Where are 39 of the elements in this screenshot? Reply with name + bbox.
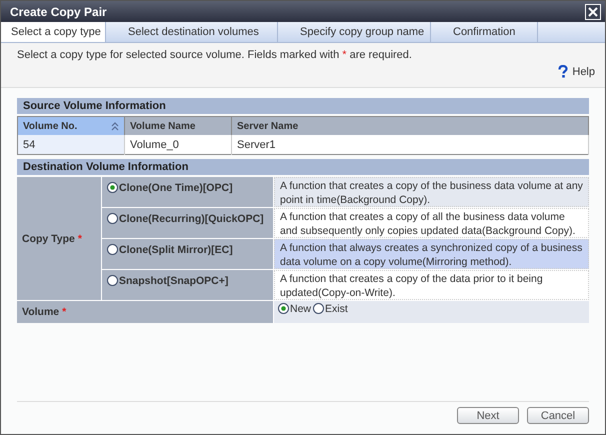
table-cell: 54: [18, 135, 124, 154]
radio-option[interactable]: Clone(One Time)[OPC]: [107, 182, 273, 194]
wizard-step[interactable]: Confirmation: [431, 22, 538, 42]
instruction-text: Select a copy type for selected source volume. Fields marked with * are required.: [17, 49, 413, 61]
field-label: Copy Type *: [22, 232, 82, 244]
section-header: Source Volume Information: [17, 98, 589, 114]
radio-option[interactable]: New: [278, 303, 312, 321]
table-cell: Server1: [232, 135, 588, 154]
radio-button[interactable]: [313, 303, 324, 314]
section-header: Destination Volume Information: [17, 159, 589, 175]
radio-option[interactable]: Clone(Recurring)[QuickOPC]: [107, 213, 273, 225]
close-icon: [587, 6, 599, 18]
radio-button[interactable]: [107, 275, 118, 286]
column-header[interactable]: Server Name: [232, 116, 588, 135]
close-button[interactable]: [585, 4, 601, 20]
radio-button[interactable]: [278, 303, 289, 314]
table-cell: Volume_0: [124, 135, 232, 154]
column-header[interactable]: Volume Name: [124, 116, 232, 135]
help-icon: [558, 65, 568, 78]
wizard-step[interactable]: Specify copy group name: [278, 22, 431, 42]
description-cell: A function that always creates a synchronized copy of a business data volume on a copy volume(Mirroring method).: [274, 239, 589, 269]
radio-button[interactable]: [107, 182, 118, 193]
field-label: Volume *: [22, 306, 66, 318]
description-cell: A function that creates a copy of all the business data volume and subsequently only copies updated data(Background Copy).: [274, 208, 589, 238]
description-cell: A function that creates a copy of the business data volume at any point in time(Background Copy).: [274, 177, 589, 207]
column-header[interactable]: Volume No.: [18, 116, 124, 135]
radio-button[interactable]: [107, 244, 118, 255]
description-cell: A function that creates a copy of the data prior to it being updated(Copy-on-Write).: [274, 270, 589, 300]
wizard-step[interactable]: Select a copy type: [1, 22, 106, 42]
sort-icon: [111, 122, 119, 130]
radio-option[interactable]: Snapshot[SnapOPC+]: [107, 275, 273, 287]
help-link[interactable]: Help: [558, 65, 595, 78]
wizard-step[interactable]: Select destination volumes: [106, 22, 278, 42]
dialog-button[interactable]: Next: [457, 407, 519, 424]
radio-option[interactable]: Exist: [313, 303, 348, 321]
window-title: Create Copy Pair: [10, 4, 107, 18]
dialog-button[interactable]: Cancel: [527, 407, 589, 424]
radio-option[interactable]: Clone(Split Mirror)[EC]: [107, 244, 273, 256]
radio-button[interactable]: [107, 213, 118, 224]
